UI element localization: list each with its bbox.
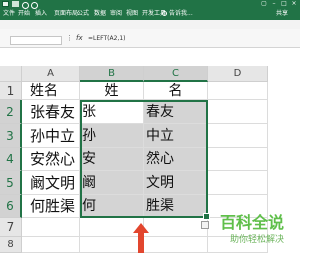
worksheet-grid: A B C D 1 2 3 4 5 6 7 8 姓名 姓 名 张春友 张 春友 … bbox=[0, 48, 300, 253]
cell-a8[interactable] bbox=[22, 237, 80, 253]
cell-b5[interactable]: 阚 bbox=[80, 171, 144, 195]
tab-data[interactable]: 数据 bbox=[94, 10, 106, 18]
ribbon-display-icon[interactable]: ▢ bbox=[261, 1, 267, 7]
row-header-3[interactable]: 3 bbox=[0, 124, 22, 148]
tell-me-search[interactable]: 告诉我... bbox=[169, 10, 193, 18]
row-header-1[interactable]: 1 bbox=[0, 82, 22, 100]
cell-a6[interactable]: 何胜渠 bbox=[22, 195, 80, 218]
ribbon-band bbox=[0, 20, 300, 29]
tab-insert[interactable]: 插入 bbox=[35, 10, 47, 18]
tab-review[interactable]: 审阅 bbox=[110, 10, 122, 18]
cell-c6[interactable]: 胜渠 bbox=[144, 195, 208, 218]
formula-bar: ⋮ fx =LEFT(A2,1) bbox=[0, 29, 300, 48]
cell-c5[interactable]: 文明 bbox=[144, 171, 208, 195]
watermark-logo: 百科全说 助你轻松解决 bbox=[218, 214, 296, 250]
tab-view[interactable]: 视图 bbox=[126, 10, 138, 18]
tab-page-layout[interactable]: 页面布局 bbox=[54, 10, 78, 18]
cell-a5[interactable]: 阚文明 bbox=[22, 171, 80, 195]
cell-d5[interactable] bbox=[208, 171, 268, 195]
undo-icon[interactable] bbox=[22, 2, 29, 9]
cell-a2[interactable]: 张春友 bbox=[22, 100, 80, 124]
insert-function-icon[interactable]: fx bbox=[76, 34, 83, 42]
formula-input[interactable]: =LEFT(A2,1) bbox=[88, 34, 126, 43]
minimize-icon[interactable]: – bbox=[271, 1, 277, 7]
cell-c8[interactable] bbox=[144, 237, 208, 253]
ribbon: 文件 开始 插入 页面布局 公式 数据 审阅 视图 开发工具 告诉我... 共享 bbox=[0, 9, 300, 29]
column-header-c[interactable]: C bbox=[144, 66, 208, 82]
cell-d1[interactable] bbox=[208, 82, 268, 100]
row-header-6[interactable]: 6 bbox=[0, 195, 22, 218]
cell-c3[interactable]: 中立 bbox=[144, 124, 208, 148]
row-header-4[interactable]: 4 bbox=[0, 148, 22, 171]
cell-d4[interactable] bbox=[208, 148, 268, 171]
formula-cancel-icon[interactable]: ⋮ bbox=[66, 34, 73, 42]
quick-analysis-icon[interactable] bbox=[201, 221, 209, 229]
select-all-corner[interactable] bbox=[0, 66, 22, 82]
row-header-5[interactable]: 5 bbox=[0, 171, 22, 195]
tab-formulas[interactable]: 公式 bbox=[77, 10, 89, 18]
excel-app-icon bbox=[2, 1, 9, 7]
cell-a7[interactable] bbox=[22, 218, 80, 237]
column-header-d[interactable]: D bbox=[208, 66, 268, 82]
save-icon[interactable] bbox=[12, 1, 19, 7]
cell-b3[interactable]: 孙 bbox=[80, 124, 144, 148]
cell-b1[interactable]: 姓 bbox=[80, 82, 144, 100]
row-header-8[interactable]: 8 bbox=[0, 237, 22, 253]
cell-c4[interactable]: 然心 bbox=[144, 148, 208, 171]
row-header-7[interactable]: 7 bbox=[0, 218, 22, 237]
title-bar: ▢ – □ × bbox=[0, 0, 300, 9]
cell-b4[interactable]: 安 bbox=[80, 148, 144, 171]
maximize-icon[interactable]: □ bbox=[281, 1, 287, 7]
close-icon[interactable]: × bbox=[291, 1, 297, 7]
watermark-title: 百科全说 bbox=[220, 213, 285, 232]
cell-c1[interactable]: 名 bbox=[144, 82, 208, 100]
cell-b2-active[interactable]: 张 bbox=[80, 100, 144, 124]
tab-home[interactable]: 开始 bbox=[18, 10, 30, 18]
column-header-b[interactable]: B bbox=[80, 66, 144, 82]
red-arrow-icon bbox=[133, 223, 149, 253]
cell-a4[interactable]: 安然心 bbox=[22, 148, 80, 171]
cell-a3[interactable]: 孙中立 bbox=[22, 124, 80, 148]
tab-file[interactable]: 文件 bbox=[3, 10, 15, 18]
cell-c7[interactable] bbox=[144, 218, 208, 237]
row-header-2[interactable]: 2 bbox=[0, 100, 22, 124]
cell-a1[interactable]: 姓名 bbox=[22, 82, 80, 100]
cell-d3[interactable] bbox=[208, 124, 268, 148]
column-header-a[interactable]: A bbox=[22, 66, 80, 82]
share-button[interactable]: 共享 bbox=[276, 10, 288, 18]
cell-b6[interactable]: 何 bbox=[80, 195, 144, 218]
watermark-subtitle: 助你轻松解决 bbox=[230, 235, 285, 245]
cell-c2[interactable]: 春友 bbox=[144, 100, 208, 124]
fill-handle[interactable] bbox=[203, 213, 210, 220]
redo-icon[interactable] bbox=[31, 2, 38, 9]
search-icon[interactable] bbox=[162, 11, 167, 16]
name-box[interactable] bbox=[10, 36, 62, 45]
excel-window: ▢ – □ × 文件 开始 插入 页面布局 公式 数据 审阅 视图 开发工具 告… bbox=[0, 0, 300, 253]
cell-d2[interactable] bbox=[208, 100, 268, 124]
